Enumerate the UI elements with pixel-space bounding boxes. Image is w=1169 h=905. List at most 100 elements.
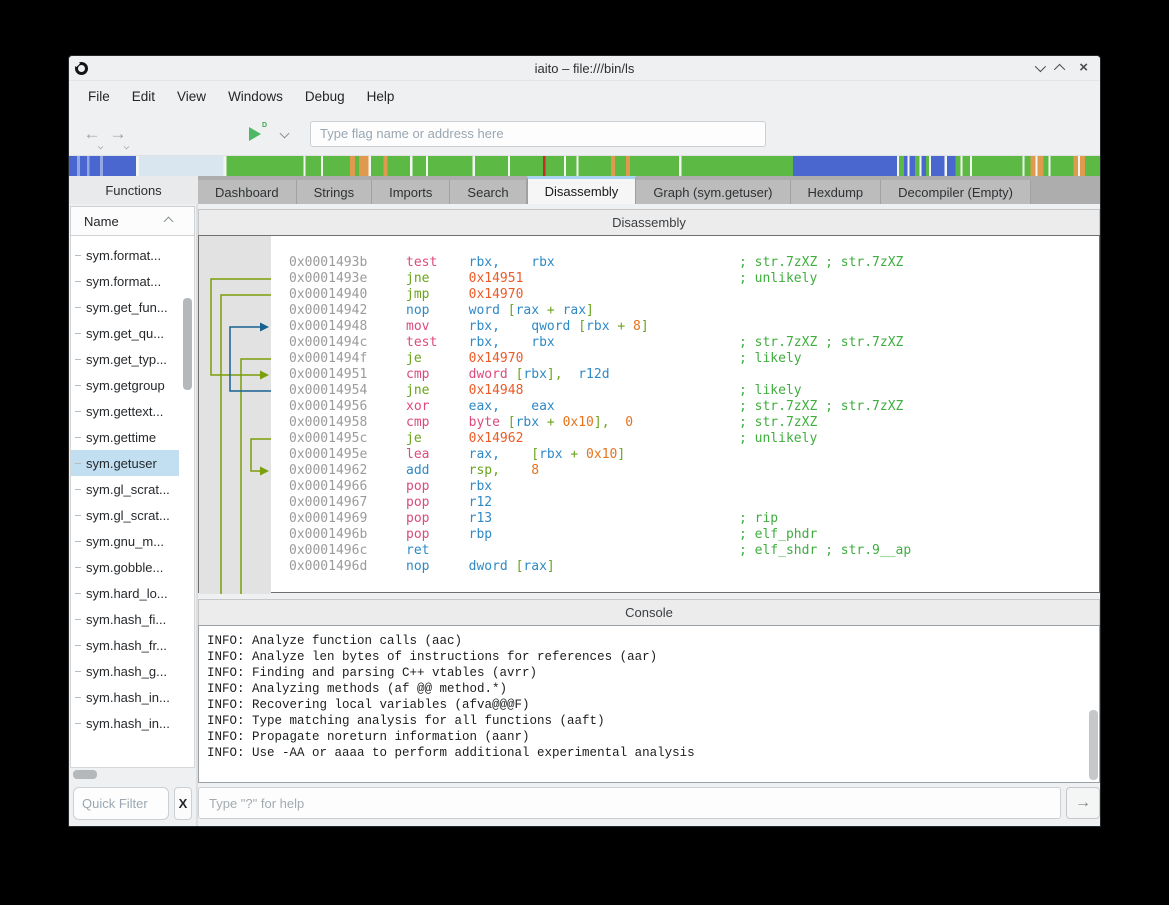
menu-debug[interactable]: Debug [296,84,354,109]
disasm-line[interactable]: 0x0001495elea rax, [rbx + 0x10] [289,447,1099,463]
tab-disassembly[interactable]: Disassembly [527,176,637,204]
clear-filter-button[interactable]: X [174,787,192,820]
disasm-comment: ; likely [739,383,802,399]
disasm-line[interactable]: 0x00014942nop word [rax + rax] [289,303,1099,319]
memory-map-bar[interactable] [69,156,1100,176]
maximize-button[interactable] [1057,59,1065,77]
quick-filter-input[interactable] [73,787,169,820]
console-scrollbar[interactable] [1089,710,1098,780]
close-button[interactable]: × [1079,59,1088,77]
tab-strings[interactable]: Strings [297,180,372,204]
function-list-item[interactable]: sym.gl_scrat... [71,502,179,528]
function-list-item[interactable]: sym.gobble... [71,554,179,580]
disasm-comment: ; likely [739,351,802,367]
function-list-item[interactable]: sym.getgroup [71,372,179,398]
disassembly-code: 0x0001493btest rbx, rbx; str.7zXZ ; str.… [271,236,1099,592]
tree-branch-icon [75,281,81,282]
function-list-item[interactable]: sym.format... [71,268,179,294]
disasm-line[interactable]: 0x0001495cje 0x14962; unlikely [289,431,1099,447]
tab-dashboard[interactable]: Dashboard [198,180,297,204]
tab-hexdump[interactable]: Hexdump [791,180,882,204]
debug-options-dropdown[interactable] [280,129,290,139]
tree-branch-icon [75,333,81,334]
tree-branch-icon [75,437,81,438]
function-list-item[interactable]: sym.gettext... [71,398,179,424]
disasm-address: 0x0001493e [289,271,406,287]
disasm-comment: ; str.7zXZ ; str.7zXZ [739,399,903,415]
disassembly-view[interactable]: 0x0001493btest rbx, rbx; str.7zXZ ; str.… [198,235,1100,593]
disasm-line[interactable]: 0x00014967pop r12 [289,495,1099,511]
function-list-item[interactable]: sym.hash_in... [71,684,179,710]
tab-functions[interactable]: Functions [69,176,198,204]
functions-column-header[interactable]: Name [70,206,195,236]
forward-button[interactable]: → [105,124,131,144]
disasm-address: 0x00014967 [289,495,406,511]
tree-branch-icon [75,593,81,594]
function-list-item[interactable]: sym.hard_lo... [71,580,179,606]
function-list-item[interactable]: sym.gl_scrat... [71,476,179,502]
tab-imports[interactable]: Imports [372,180,450,204]
functions-hscrollbar[interactable] [73,770,196,784]
main-tab-bar: DashboardStringsImportsSearchDisassembly… [198,176,1100,204]
title-bar[interactable]: iaito – file:///bin/ls × [69,56,1100,81]
disasm-line[interactable]: 0x00014954jne 0x14948; likely [289,383,1099,399]
console-panel-header[interactable]: Console [198,599,1100,625]
disasm-line[interactable]: 0x0001494ctest rbx, rbx; str.7zXZ ; str.… [289,335,1099,351]
tab-search[interactable]: Search [450,180,526,204]
jump-arrow [221,295,271,594]
disasm-line[interactable]: 0x00014940jmp 0x14970 [289,287,1099,303]
disasm-line[interactable]: 0x00014962add rsp, 8 [289,463,1099,479]
function-name: sym.format... [86,248,161,263]
function-list-item[interactable]: sym.hash_fi... [71,606,179,632]
disasm-line[interactable]: 0x0001496dnop dword [rax] [289,559,1099,575]
menu-view[interactable]: View [168,84,215,109]
submit-arrow-icon: → [1075,794,1091,812]
disasm-line[interactable]: 0x00014966pop rbx [289,479,1099,495]
disasm-address: 0x0001494f [289,351,406,367]
tab-graph-sym-getuser[interactable]: Graph (sym.getuser) [636,180,790,204]
menu-edit[interactable]: Edit [123,84,164,109]
function-list-item[interactable]: sym.format... [71,242,179,268]
function-list-item[interactable]: sym.getuser [71,450,179,476]
menu-help[interactable]: Help [358,84,404,109]
function-name: sym.get_qu... [86,326,164,341]
tab-decompiler-empty[interactable]: Decompiler (Empty) [881,180,1031,204]
disasm-line[interactable]: 0x00014958cmp byte [rbx + 0x10], 0; str.… [289,415,1099,431]
disasm-line[interactable]: 0x0001496bpop rbp; elf_phdr [289,527,1099,543]
disasm-line[interactable]: 0x00014969pop r13; rip [289,511,1099,527]
minimize-button[interactable] [1035,59,1043,77]
function-list-item[interactable]: sym.get_qu... [71,320,179,346]
tree-branch-icon [75,489,81,490]
functions-vscrollbar[interactable] [183,298,192,390]
function-name: sym.hash_fr... [86,638,167,653]
console-output[interactable]: INFO: Analyze function calls (aac)INFO: … [198,625,1100,783]
debug-start-button[interactable]: D [249,124,269,144]
function-list-item[interactable]: sym.get_fun... [71,294,179,320]
back-button[interactable]: ← [79,124,105,144]
function-list-item[interactable]: sym.hash_fr... [71,632,179,658]
disasm-line[interactable]: 0x00014956xor eax, eax; str.7zXZ ; str.7… [289,399,1099,415]
function-list-item[interactable]: sym.hash_in... [71,710,179,736]
disasm-address: 0x0001493b [289,255,406,271]
disasm-line[interactable]: 0x0001496cret; elf_shdr ; str.9__ap [289,543,1099,559]
function-list-item[interactable]: sym.hash_g... [71,658,179,684]
tree-branch-icon [75,359,81,360]
disasm-line[interactable]: 0x0001494fje 0x14970; likely [289,351,1099,367]
menu-file[interactable]: File [79,84,119,109]
menu-windows[interactable]: Windows [219,84,292,109]
disasm-line[interactable]: 0x0001493ejne 0x14951; unlikely [289,271,1099,287]
disasm-line[interactable]: 0x00014948mov rbx, qword [rbx + 8] [289,319,1099,335]
console-log-line: INFO: Analyze function calls (aac) [207,633,1085,649]
address-search-input[interactable] [310,121,766,147]
function-list-item[interactable]: sym.gnu_m... [71,528,179,554]
disasm-line[interactable]: 0x0001493btest rbx, rbx; str.7zXZ ; str.… [289,255,1099,271]
function-list-item[interactable]: sym.get_typ... [71,346,179,372]
disasm-address: 0x0001496b [289,527,406,543]
disassembly-panel-header[interactable]: Disassembly [198,209,1100,235]
function-list-item[interactable]: sym.gettime [71,424,179,450]
disasm-address: 0x00014966 [289,479,406,495]
disasm-line[interactable]: 0x00014951cmp dword [rbx], r12d [289,367,1099,383]
tab-strip: Functions DashboardStringsImportsSearchD… [69,176,1100,204]
console-command-input[interactable] [198,787,1061,819]
console-submit-button[interactable]: → [1066,787,1100,819]
